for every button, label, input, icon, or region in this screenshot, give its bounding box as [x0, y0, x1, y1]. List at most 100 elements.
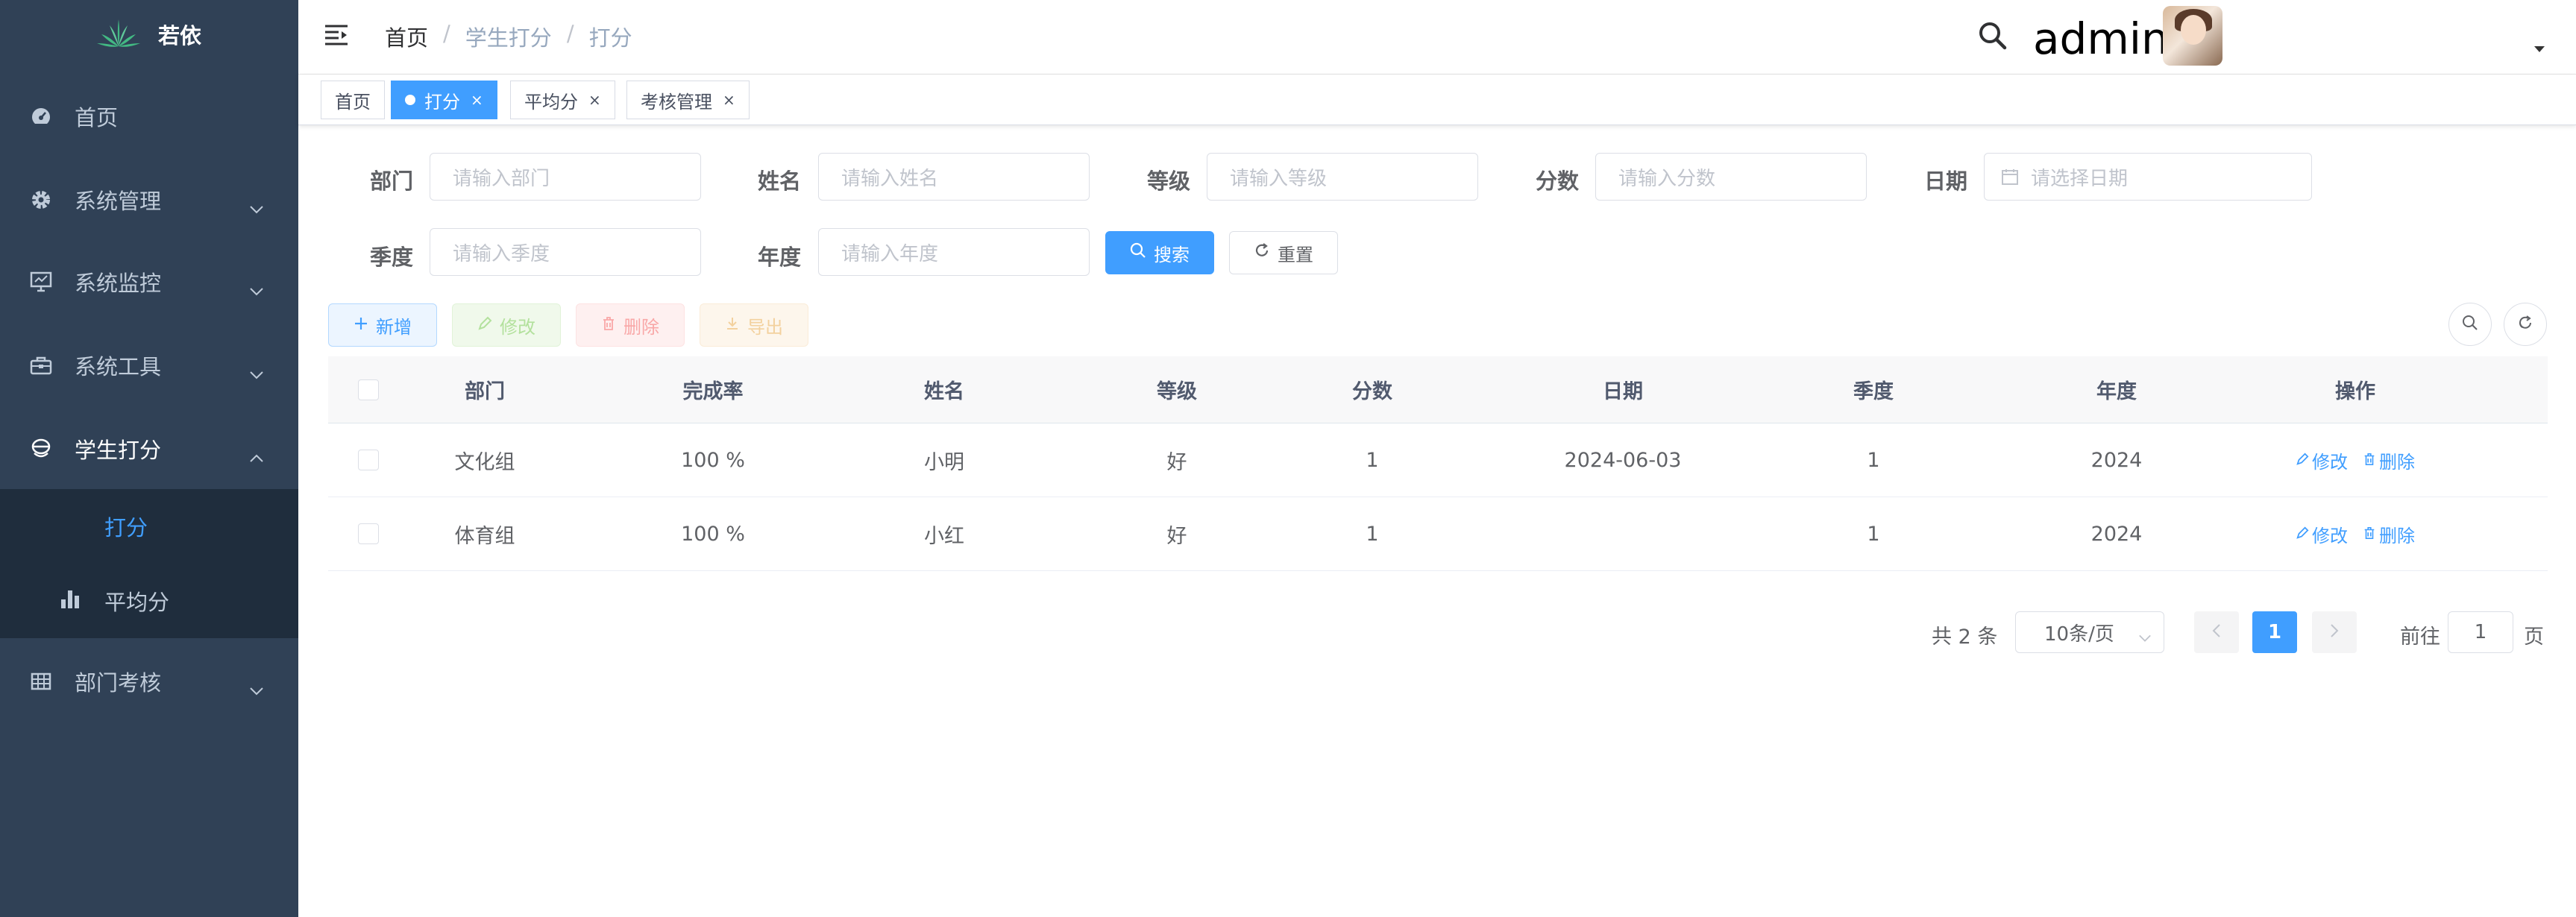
edit-button-label: 修改	[500, 316, 535, 338]
delete-button[interactable]: 删除	[576, 303, 685, 347]
goto-page-input[interactable]: 1	[2448, 611, 2513, 653]
toggle-search-button[interactable]	[2448, 303, 2492, 346]
caret-down-icon[interactable]	[2534, 46, 2545, 52]
trash-icon	[2363, 523, 2376, 544]
row-checkbox-cell	[328, 423, 409, 497]
column-header[interactable]: 部门	[409, 356, 561, 423]
sidebar-item-label: 首页	[75, 105, 119, 130]
cell-actions: 修改 删除	[2243, 497, 2467, 570]
app-title: 若依	[157, 23, 201, 48]
cell-actions: 修改 删除	[2243, 423, 2467, 497]
pagination-total: 共 2 条	[1932, 625, 1998, 649]
bar-chart-icon	[60, 588, 81, 614]
tag-label: 首页	[335, 91, 371, 113]
page-number-button[interactable]: 1	[2252, 611, 2297, 653]
tag-label: 打分	[424, 91, 460, 113]
add-button[interactable]: 新增	[328, 303, 437, 347]
sidebar-item-monitor[interactable]: 系统监控	[0, 240, 298, 324]
close-icon[interactable]: ×	[471, 91, 483, 109]
sidebar-item-dept-assessment[interactable]: 部门考核	[0, 640, 298, 723]
sidebar-item-tools[interactable]: 系统工具	[0, 324, 298, 407]
trash-icon	[2363, 450, 2376, 470]
search-icon	[1130, 242, 1146, 263]
refresh-button[interactable]	[2504, 303, 2547, 346]
cell-date: 2024-06-03	[1564, 448, 1682, 472]
close-icon[interactable]: ×	[723, 91, 735, 109]
level-placeholder: 请输入等级	[1230, 167, 1328, 190]
page-size-select[interactable]: 10条/页	[2015, 611, 2164, 653]
row-edit-link[interactable]: 修改	[2296, 447, 2348, 473]
goto-suffix: 页	[2524, 625, 2544, 649]
row-delete-label: 删除	[2379, 451, 2415, 473]
year-input[interactable]: 请输入年度	[818, 228, 1090, 276]
username[interactable]: admin	[2033, 13, 2169, 64]
level-input[interactable]: 请输入等级	[1207, 153, 1478, 201]
row-delete-link[interactable]: 删除	[2363, 521, 2415, 547]
chevron-down-icon	[249, 359, 264, 385]
next-page-button[interactable]	[2312, 611, 2357, 653]
chevron-down-icon	[249, 194, 264, 219]
tag-score[interactable]: 打分 ×	[391, 81, 497, 119]
column-header[interactable]: 日期	[1489, 356, 1757, 423]
delete-button-label: 删除	[623, 316, 659, 338]
row-delete-link[interactable]: 删除	[2363, 447, 2415, 473]
hamburger-icon[interactable]	[324, 22, 349, 51]
goto-label: 前往	[2400, 625, 2440, 649]
tag-average[interactable]: 平均分 ×	[510, 81, 615, 119]
cell-date	[1489, 497, 1757, 570]
dept-label: 部门	[370, 168, 414, 194]
breadcrumb-separator: /	[443, 21, 450, 46]
search-button[interactable]: 搜索	[1105, 231, 1214, 274]
sidebar-item-label: 系统工具	[75, 354, 162, 379]
sidebar-item-student-score[interactable]: 学生打分	[0, 407, 298, 491]
table-icon	[30, 670, 52, 693]
row-checkbox[interactable]	[358, 450, 379, 470]
sidebar-subitem-score[interactable]: 打分	[0, 489, 298, 564]
table-row[interactable]: 体育组 100 % 小红 好 1 1 2024 修改 删除	[328, 497, 2548, 571]
export-button[interactable]: 导出	[700, 303, 808, 347]
search-icon[interactable]	[1978, 21, 2008, 54]
edit-icon	[2296, 450, 2309, 470]
active-dot-icon	[405, 95, 415, 105]
cell-dept: 体育组	[454, 524, 515, 548]
tag-assessment[interactable]: 考核管理 ×	[626, 81, 750, 119]
name-input[interactable]: 请输入姓名	[818, 153, 1090, 201]
cell-score: 1	[1366, 448, 1379, 472]
sidebar: 若依 首页 系统管理 系统监控 系统工具 学生打分 打分 平均分 部门考核	[0, 0, 298, 917]
column-header[interactable]: 完成率	[561, 356, 865, 423]
sidebar-item-home[interactable]: 首页	[0, 75, 298, 158]
header-checkbox-cell	[328, 356, 409, 423]
row-checkbox[interactable]	[358, 523, 379, 544]
select-all-checkbox[interactable]	[358, 379, 379, 400]
close-icon[interactable]: ×	[588, 91, 601, 109]
edit-icon	[2296, 523, 2309, 544]
dashboard-icon	[30, 105, 52, 127]
breadcrumb: 首页 / 学生打分 / 打分	[385, 21, 632, 52]
logo[interactable]: 若依	[0, 0, 298, 69]
reset-button[interactable]: 重置	[1229, 231, 1338, 274]
table-row[interactable]: 文化组 100 % 小明 好 1 2024-06-03 1 2024 修改 删除	[328, 423, 2548, 497]
season-input[interactable]: 请输入季度	[430, 228, 701, 276]
search-button-label: 搜索	[1154, 244, 1190, 265]
row-edit-link[interactable]: 修改	[2296, 521, 2348, 547]
dept-input[interactable]: 请输入部门	[430, 153, 701, 201]
student-icon	[30, 438, 52, 460]
column-header[interactable]: 姓名	[865, 356, 1023, 423]
breadcrumb-item-home[interactable]: 首页	[385, 21, 428, 52]
score-input[interactable]: 请输入分数	[1595, 153, 1867, 201]
avatar[interactable]	[2163, 6, 2222, 66]
year-placeholder: 请输入年度	[841, 242, 939, 265]
sidebar-item-system[interactable]: 系统管理	[0, 158, 298, 242]
column-header[interactable]: 季度	[1757, 356, 1990, 423]
prev-page-button[interactable]	[2194, 611, 2239, 653]
column-header[interactable]: 年度	[1990, 356, 2243, 423]
edit-button[interactable]: 修改	[452, 303, 561, 347]
breadcrumb-item-parent: 学生打分	[465, 25, 552, 51]
sidebar-subitem-average[interactable]: 平均分	[0, 564, 298, 638]
logo-icon	[96, 18, 140, 51]
chevron-up-icon	[249, 443, 264, 468]
cell-name: 小明	[924, 450, 964, 474]
date-picker[interactable]: 请选择日期	[1984, 153, 2312, 201]
column-header[interactable]: 分数	[1256, 356, 1489, 423]
tag-home[interactable]: 首页	[321, 81, 385, 119]
